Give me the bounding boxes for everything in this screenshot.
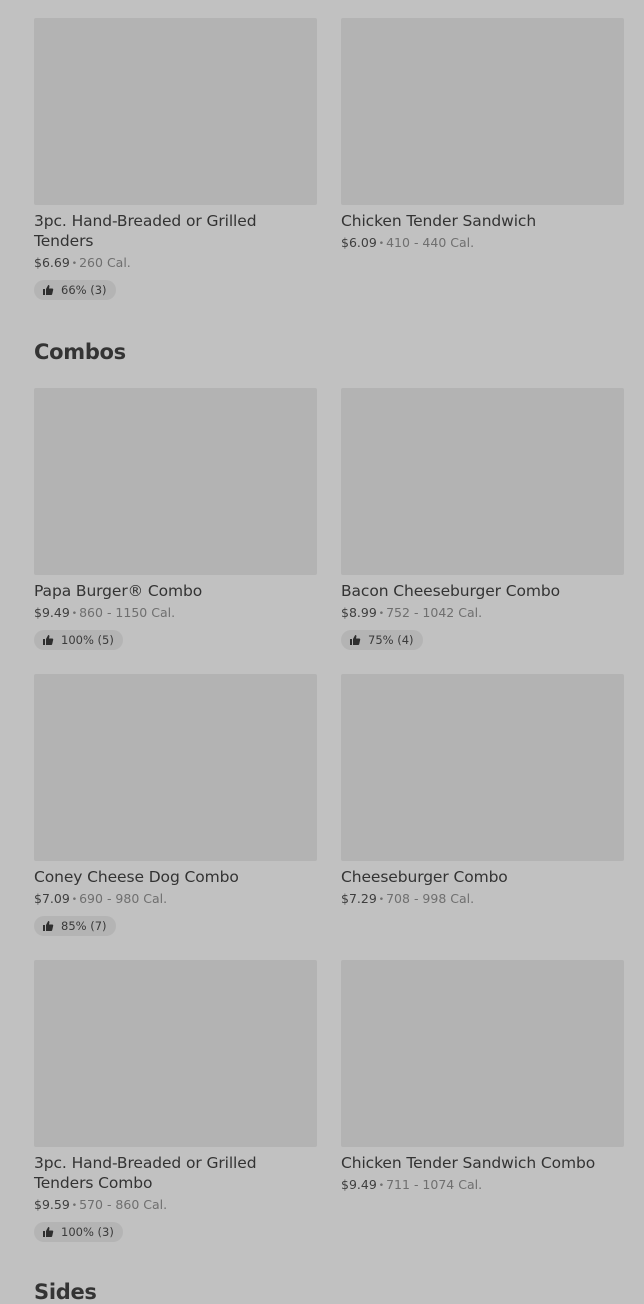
menu-item-name: 3pc. Hand-Breaded or Grilled Tenders Com… bbox=[34, 1154, 257, 1192]
menu-item-meta: $9.49 • 711 - 1074 Cal. bbox=[341, 1176, 624, 1196]
menu-item-meta: $6.69 • 260 Cal. bbox=[34, 254, 317, 274]
menu-row-2: Papa Burger® Combo $9.49 • 860 - 1150 Cal.… bbox=[0, 388, 624, 650]
thumbs-up-icon bbox=[42, 634, 54, 646]
separator: • bbox=[378, 1181, 385, 1191]
menu-item-meta: $8.99 • 752 - 1042 Cal. bbox=[341, 604, 624, 624]
menu-item-meta: $6.09 • 410 - 440 Cal. bbox=[341, 234, 624, 254]
menu-item-price: $7.29 bbox=[341, 891, 377, 906]
menu-row-1: 3pc. Hand-Breaded or Grilled Tenders $6.… bbox=[0, 18, 624, 300]
menu-item-calories: 570 - 860 Cal. bbox=[79, 1197, 168, 1212]
menu-item-price: $9.49 bbox=[341, 1177, 377, 1192]
menu-item-name: Chicken Tender Sandwich Combo bbox=[341, 1154, 596, 1172]
menu-item-calories: 752 - 1042 Cal. bbox=[386, 605, 483, 620]
separator: • bbox=[71, 1201, 78, 1211]
section-header-sides: Sides bbox=[0, 1280, 97, 1304]
menu-item-card[interactable]: Chicken Tender Sandwich $6.09 • 410 - 440 … bbox=[341, 18, 624, 300]
menu-item-image[interactable] bbox=[34, 674, 317, 861]
thumbs-up-icon bbox=[42, 1226, 54, 1238]
menu-item-name: Bacon Cheeseburger Combo bbox=[341, 582, 560, 600]
menu-item-image[interactable] bbox=[34, 388, 317, 575]
rating-badge: 75% (4) bbox=[341, 630, 423, 650]
menu-row-3: Coney Cheese Dog Combo $7.09 • 690 - 980 C… bbox=[0, 674, 624, 936]
menu-item-calories: 690 - 980 Cal. bbox=[79, 891, 168, 906]
rating-badge: 100% (3) bbox=[34, 1222, 123, 1242]
menu-item-image[interactable] bbox=[341, 960, 624, 1147]
menu-item-image[interactable] bbox=[34, 960, 317, 1147]
menu-item-card[interactable]: 3pc. Hand-Breaded or Grilled Tenders Com… bbox=[34, 960, 317, 1242]
menu-item-image[interactable] bbox=[34, 18, 317, 205]
section-header-combos: Combos bbox=[0, 340, 126, 364]
menu-item-calories: 860 - 1150 Cal. bbox=[79, 605, 176, 620]
rating-badge: 66% (3) bbox=[34, 280, 116, 300]
separator: • bbox=[378, 609, 385, 619]
separator: • bbox=[71, 895, 78, 905]
menu-item-name: Cheeseburger Combo bbox=[341, 868, 508, 886]
menu-item-calories: 708 - 998 Cal. bbox=[386, 891, 475, 906]
section-title: Sides bbox=[34, 1280, 97, 1304]
separator: • bbox=[378, 895, 385, 905]
rating-text: 100% (3) bbox=[61, 1225, 114, 1239]
menu-item-price: $9.59 bbox=[34, 1197, 70, 1212]
menu-item-image[interactable] bbox=[341, 674, 624, 861]
separator: • bbox=[378, 239, 385, 249]
menu-item-name: 3pc. Hand-Breaded or Grilled Tenders bbox=[34, 212, 257, 250]
rating-badge: 100% (5) bbox=[34, 630, 123, 650]
menu-item-calories: 410 - 440 Cal. bbox=[386, 235, 475, 250]
menu-item-meta: $9.59 • 570 - 860 Cal. bbox=[34, 1196, 317, 1216]
menu-item-card[interactable]: Papa Burger® Combo $9.49 • 860 - 1150 Cal.… bbox=[34, 388, 317, 650]
menu-item-price: $8.99 bbox=[341, 605, 377, 620]
menu-item-name: Papa Burger® Combo bbox=[34, 582, 203, 600]
menu-item-card[interactable]: Chicken Tender Sandwich Combo $9.49 • 711 … bbox=[341, 960, 624, 1242]
menu-item-price: $6.09 bbox=[341, 235, 377, 250]
menu-item-name: Coney Cheese Dog Combo bbox=[34, 868, 239, 886]
separator: • bbox=[71, 259, 78, 269]
menu-item-price: $9.49 bbox=[34, 605, 70, 620]
menu-item-meta: $9.49 • 860 - 1150 Cal. bbox=[34, 604, 317, 624]
menu-item-image[interactable] bbox=[341, 388, 624, 575]
menu-item-card[interactable]: Coney Cheese Dog Combo $7.09 • 690 - 980 C… bbox=[34, 674, 317, 936]
thumbs-up-icon bbox=[42, 284, 54, 296]
rating-text: 75% (4) bbox=[368, 633, 414, 647]
thumbs-up-icon bbox=[349, 634, 361, 646]
rating-text: 100% (5) bbox=[61, 633, 114, 647]
menu-item-meta: $7.29 • 708 - 998 Cal. bbox=[341, 890, 624, 910]
menu-item-name: Chicken Tender Sandwich bbox=[341, 212, 537, 230]
menu-row-4: 3pc. Hand-Breaded or Grilled Tenders Com… bbox=[0, 960, 624, 1242]
menu-item-image[interactable] bbox=[341, 18, 624, 205]
menu-item-card[interactable]: Bacon Cheeseburger Combo $8.99 • 752 - 104… bbox=[341, 388, 624, 650]
menu-item-price: $7.09 bbox=[34, 891, 70, 906]
menu-item-calories: 260 Cal. bbox=[79, 255, 131, 270]
menu-item-calories: 711 - 1074 Cal. bbox=[386, 1177, 483, 1192]
menu-item-meta: $7.09 • 690 - 980 Cal. bbox=[34, 890, 317, 910]
rating-badge: 85% (7) bbox=[34, 916, 116, 936]
section-title: Combos bbox=[34, 340, 126, 364]
thumbs-up-icon bbox=[42, 920, 54, 932]
separator: • bbox=[71, 609, 78, 619]
rating-text: 66% (3) bbox=[61, 283, 107, 297]
menu-item-price: $6.69 bbox=[34, 255, 70, 270]
menu-item-card[interactable]: Cheeseburger Combo $7.29 • 708 - 998 Cal. bbox=[341, 674, 624, 936]
rating-text: 85% (7) bbox=[61, 919, 107, 933]
menu-item-card[interactable]: 3pc. Hand-Breaded or Grilled Tenders $6.… bbox=[34, 18, 317, 300]
